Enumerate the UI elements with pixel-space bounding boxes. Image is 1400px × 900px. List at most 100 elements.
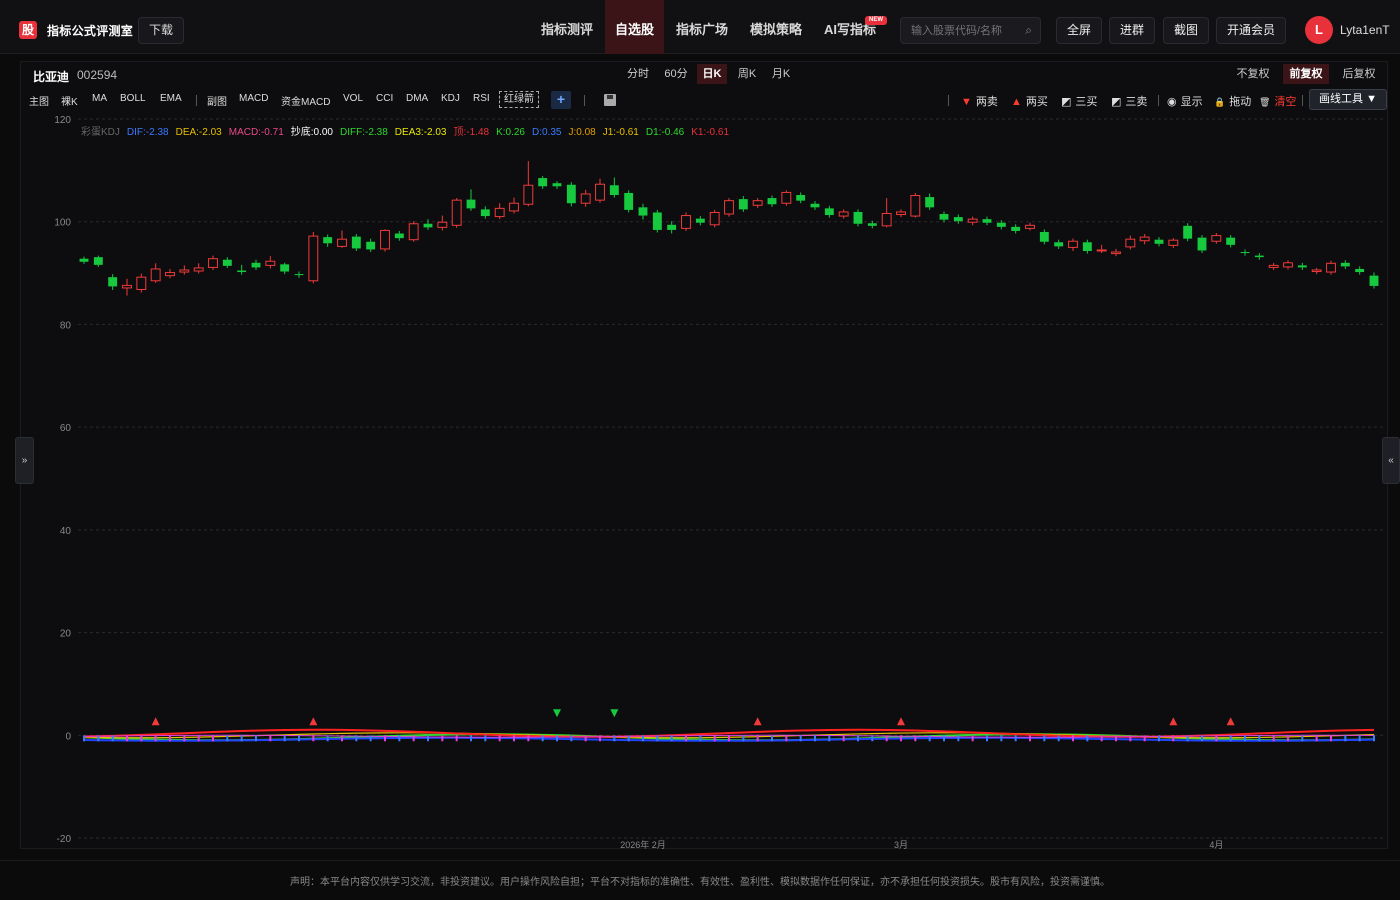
histogram-bar [1029,735,1031,742]
histogram-bar [613,735,616,742]
candle-body [566,184,576,204]
histogram-bar [1158,735,1160,742]
candle-body [996,222,1006,227]
histogram-bar [885,735,888,742]
histogram-bar [498,735,501,742]
histogram-bar [1344,735,1347,742]
histogram-bar [814,735,816,742]
histogram-bar [1043,735,1046,742]
histogram-bar [1014,735,1017,742]
histogram-bar [599,735,601,742]
histogram-bar [212,735,214,742]
histogram-bar [1129,735,1132,742]
candle-body [222,259,232,266]
histogram-bar [341,735,343,742]
histogram-bar [1373,735,1375,742]
histogram-bar [871,735,874,742]
histogram-bar [584,735,587,742]
candle-body [1011,226,1021,231]
candle-body [480,209,490,217]
histogram-bar [312,735,315,742]
buy-signal-marker [753,717,762,726]
candle-body [796,195,806,201]
histogram-bar [1072,735,1074,742]
histogram-bar [642,735,644,742]
histogram-bar [283,735,286,742]
candle-body [681,215,691,229]
candle-body [580,193,591,204]
y-tick-label: 80 [60,320,72,331]
histogram-bar [369,735,372,742]
candle-body [179,269,190,273]
candle-body [752,200,763,206]
candle-body [595,183,605,201]
histogram-bar [484,735,487,742]
candle-body [1240,252,1250,254]
candlestick-chart[interactable]: 120 100 80 60 40 20 0 -20 2026年 2月 3月 4月 [0,0,1400,860]
histogram-bar [742,735,745,742]
candle-body [466,199,476,209]
histogram-bar [627,735,630,742]
histogram-bar [1358,735,1361,742]
expand-left-sidebar-icon[interactable]: » [15,437,34,484]
histogram-bar [1186,735,1189,742]
histogram-bar [1057,735,1060,742]
expand-right-sidebar-icon[interactable]: « [1382,437,1400,484]
sell-signal-marker [610,709,619,718]
histogram-bar [398,735,401,742]
candle-body [781,191,792,204]
histogram-bar [527,735,530,742]
candle-body [896,211,906,216]
histogram-bar [470,735,472,742]
histogram-bar [828,735,831,742]
histogram-bar [140,735,143,742]
histogram-bar [957,735,960,742]
histogram-bar [197,735,200,742]
buy-signal-marker [897,717,905,726]
histogram-bar [240,735,243,742]
histogram-bar [441,735,444,742]
histogram-bar [1201,735,1203,742]
histogram-bar [1229,735,1232,742]
candle-body [451,199,462,226]
histogram-bar [1115,735,1117,742]
histogram-bar [384,735,386,742]
histogram-bar [513,735,515,742]
x-tick-label: 4月 [1209,840,1223,850]
histogram-bar [169,735,171,742]
histogram-bar [971,735,974,742]
candle-body [136,276,147,291]
histogram-bar [226,735,229,742]
candle-body [1139,236,1150,242]
candle-body [1283,262,1293,268]
buy-signal-marker [151,717,160,726]
candle-body [738,199,748,210]
candle-body [1125,238,1136,248]
histogram-bar [1000,735,1003,742]
candle-body [437,221,448,228]
candle-body [323,237,333,244]
candle-body [910,195,921,217]
candle-body [867,223,877,226]
y-tick-label: 40 [60,526,72,537]
histogram-bar [255,735,257,742]
histogram-bar [685,735,687,742]
histogram-bar [771,735,773,742]
histogram-bar [570,735,573,742]
histogram-bar [541,735,544,742]
histogram-bar [111,735,114,742]
candle-body [1096,249,1107,252]
histogram-bar [1315,735,1318,742]
y-tick-label: -20 [57,834,72,845]
candle-body [1254,255,1264,258]
candle-body [1226,237,1236,245]
candle-body [150,268,161,282]
candle-body [193,267,204,272]
histogram-bar [455,735,458,742]
candle-body [394,233,404,239]
histogram-bar [556,735,558,742]
histogram-bar [1272,735,1275,742]
candle-body [79,258,89,262]
candle-body [1054,242,1064,247]
candle-body [1183,225,1193,239]
